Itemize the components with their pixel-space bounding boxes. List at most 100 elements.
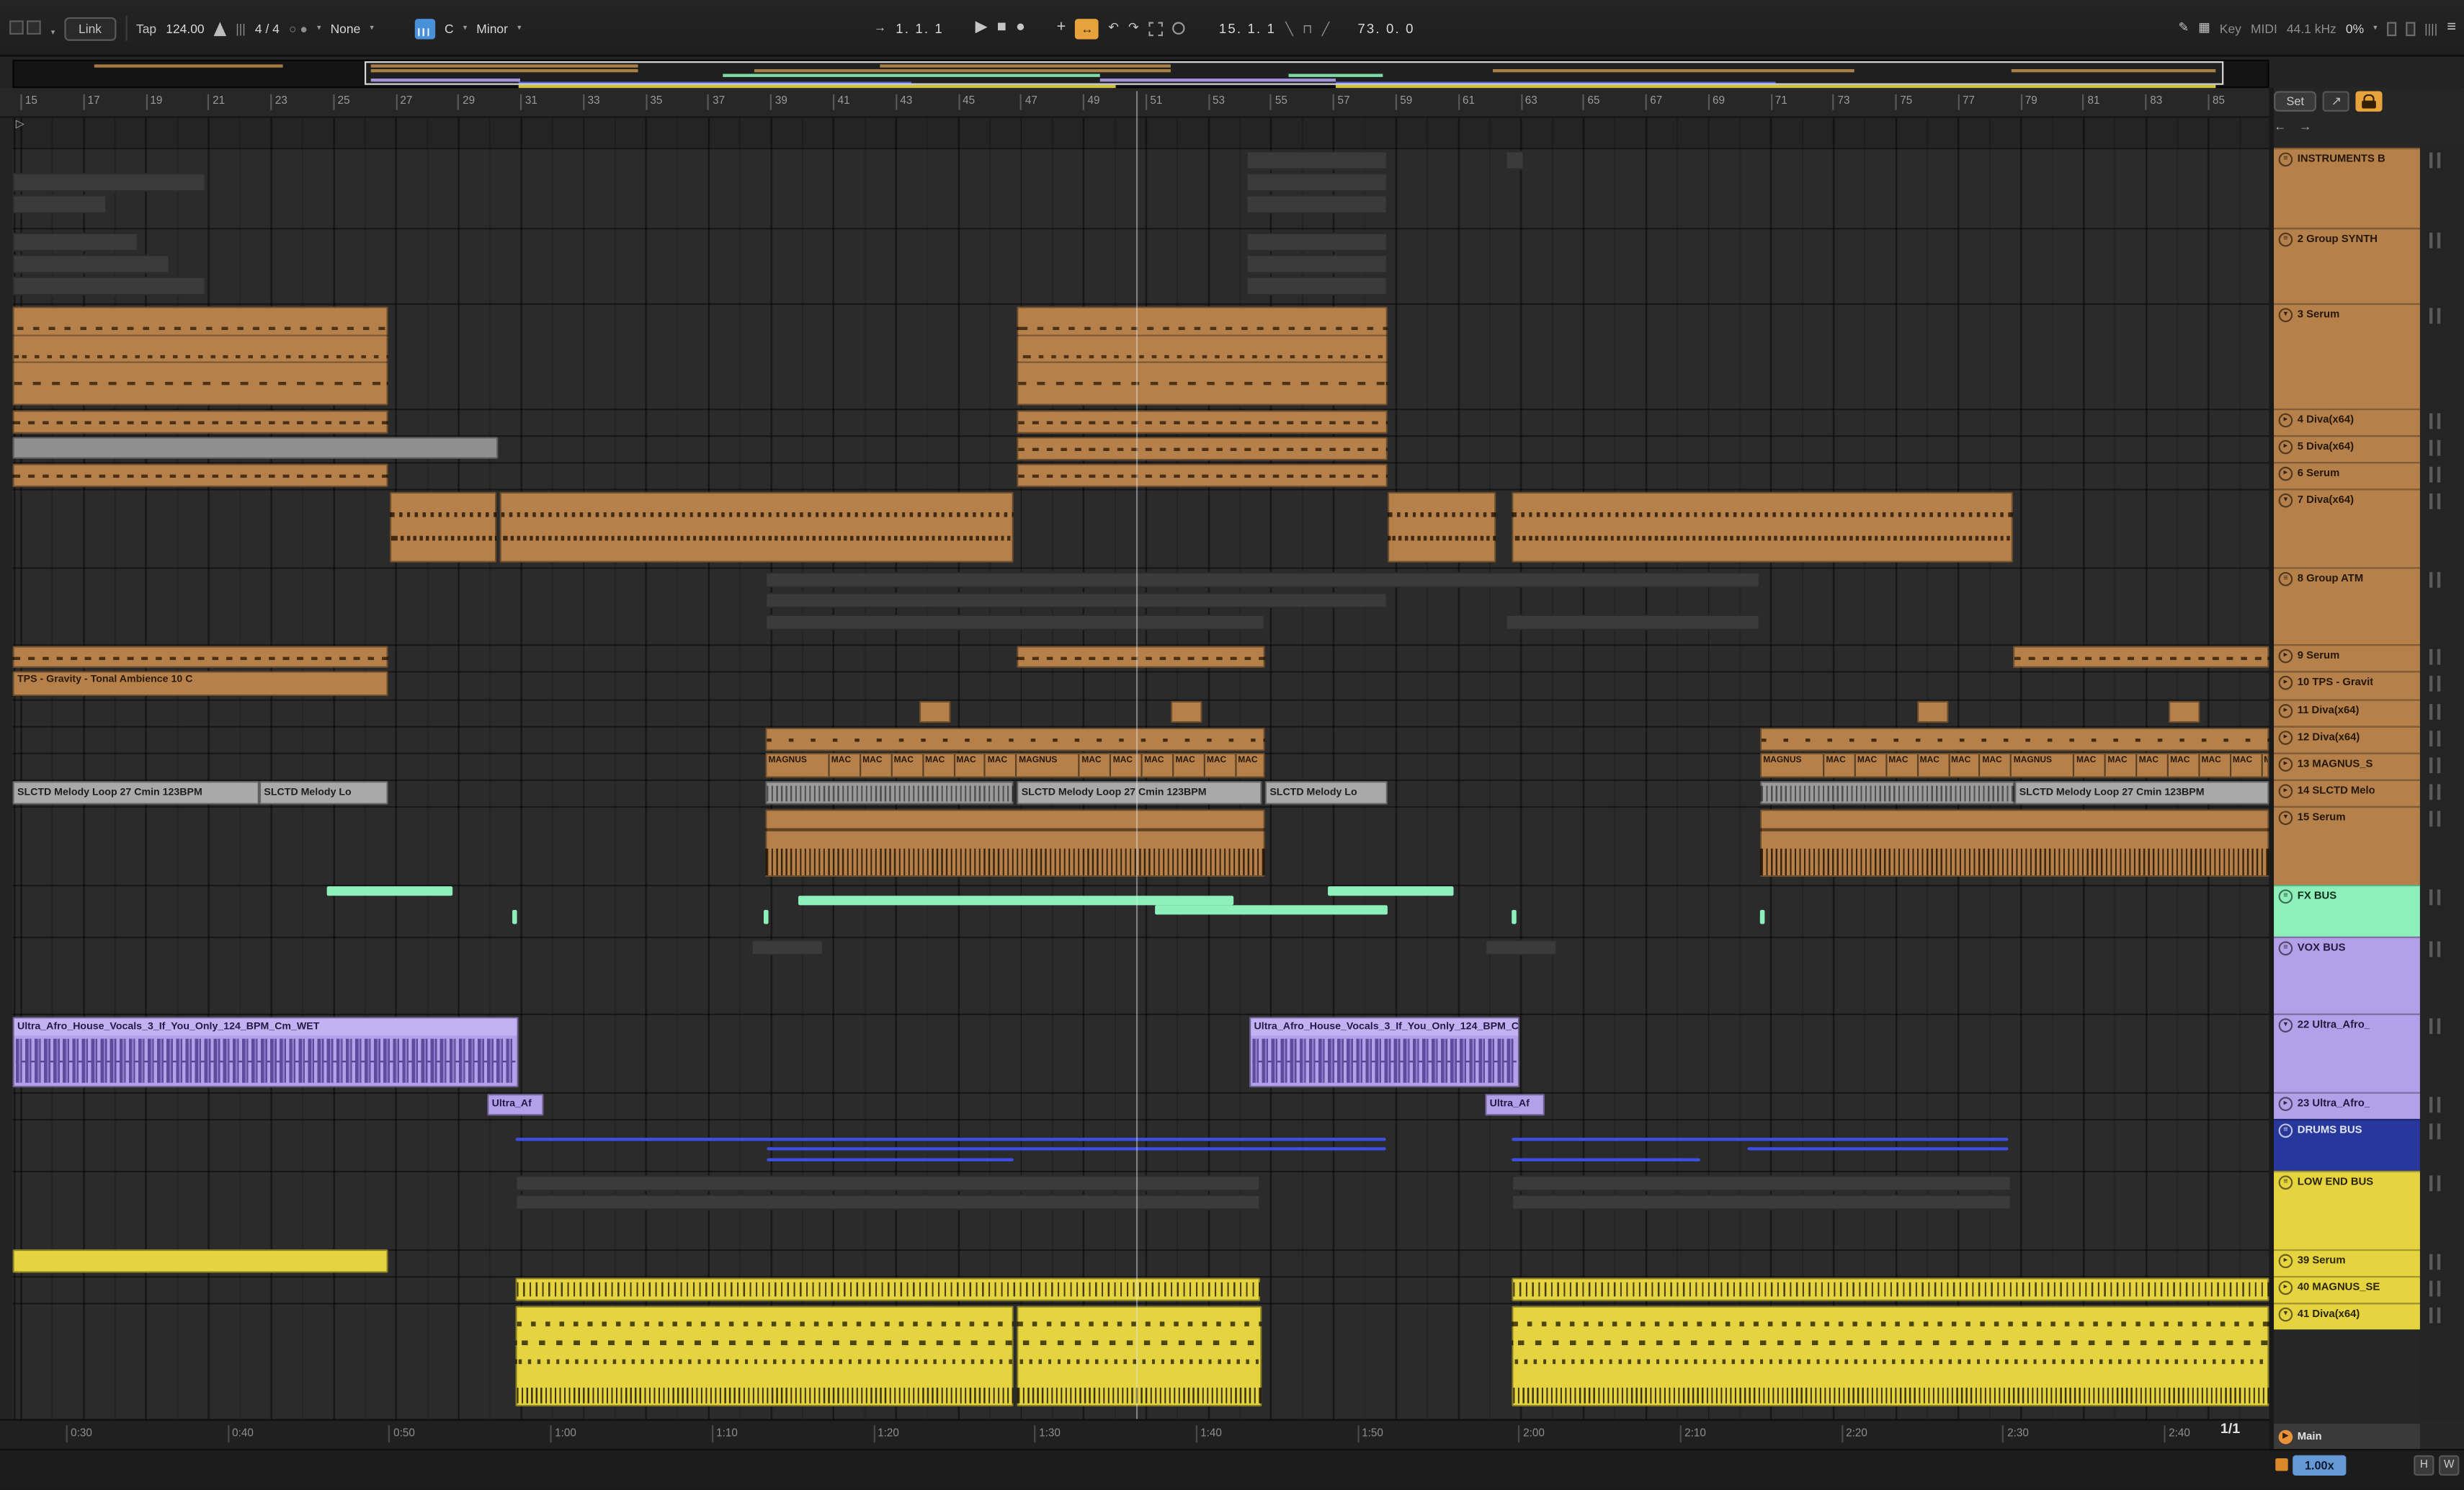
play-circle-icon[interactable]: ▸ [2278,648,2293,664]
clip[interactable] [515,1306,1014,1407]
lock-icon[interactable] [2356,91,2383,112]
set-button[interactable]: Set [2274,91,2317,112]
clip[interactable] [1170,700,1202,723]
clip[interactable] [767,1147,1386,1151]
link-button[interactable]: Link [64,16,116,40]
track-header[interactable]: ≡ LOW END BUS [2274,1170,2420,1249]
clip[interactable]: SLCTD Melody Lo [259,781,388,805]
track-header[interactable]: ▸ 13 MAGNUS_S [2274,752,2420,780]
loop-length-field[interactable]: 73. 0. 0 [1357,20,1414,36]
groove-select[interactable]: None [331,21,361,35]
clip[interactable] [764,909,769,924]
record-button[interactable]: ● [1016,19,1025,36]
clip[interactable] [765,781,1014,805]
clip[interactable] [1512,1306,2269,1407]
group-icon[interactable]: ≡ [2278,1175,2293,1190]
play-circle-icon[interactable]: ▸ [2278,675,2293,690]
overview-view-rect[interactable] [365,61,2224,85]
play-circle-icon[interactable]: ▸ [2278,1097,2293,1112]
follow-arrow-icon[interactable]: → [874,20,886,36]
unfold-icon[interactable]: ▾ [2278,308,2293,323]
clip[interactable] [389,491,497,563]
play-circle-icon[interactable]: ▸ [2278,1280,2293,1295]
play-circle-icon[interactable]: ▸ [2278,1254,2293,1269]
group-icon[interactable]: ≡ [2278,571,2293,586]
midi-map-button[interactable]: MIDI [2251,21,2277,35]
expand-icon[interactable]: ↗ [2323,91,2350,112]
group-icon[interactable]: ≡ [2278,941,2293,956]
clip[interactable] [1512,1194,2012,1210]
track-header[interactable]: ▸ 23 Ultra_Afro_ [2274,1092,2420,1119]
clip[interactable] [2012,646,2269,668]
plus-button[interactable]: + [1057,19,1066,36]
play-circle-icon[interactable]: ▸ [2278,784,2293,798]
clip[interactable] [1246,195,1388,214]
clip[interactable] [1387,491,1496,563]
grid-snap-icon[interactable] [2275,1458,2288,1471]
scroll-left-button[interactable]: ← [2274,120,2286,134]
clip[interactable] [1759,727,2269,751]
chevron-down-icon[interactable]: ▾ [2373,24,2377,33]
clip[interactable] [12,410,388,434]
scroll-right-button[interactable]: → [2299,120,2311,134]
gate-icon[interactable]: ⊓ [1303,21,1313,35]
clip[interactable]: Ultra_Af [1485,1094,1545,1116]
clip[interactable] [1512,1175,2012,1192]
track-header[interactable]: ≡ DRUMS BUS [2274,1118,2420,1171]
clip[interactable] [12,276,206,296]
dashed-box-icon[interactable] [1148,21,1163,36]
clip[interactable] [765,592,1388,609]
group-icon[interactable]: ≡ [2278,152,2293,167]
clip[interactable]: SLCTD Melody Loop 27 Cmin 123BPM [2014,781,2269,805]
back-arrow-icon[interactable]: ↶ [1108,20,1119,36]
clip[interactable] [12,437,499,459]
clip[interactable] [1916,700,1949,723]
track-header[interactable]: ▸ 4 Diva(x64) [2274,409,2420,436]
clip[interactable] [1512,1277,2269,1301]
clip[interactable] [1246,254,1388,274]
arrangement-position-field[interactable]: 1. 1. 1 [896,20,944,36]
clip[interactable] [798,896,1234,906]
hamburger-menu-icon[interactable]: ≡ [2447,19,2456,36]
automation-arm-button[interactable]: ↔ [1075,18,1099,39]
clip[interactable] [765,809,1265,878]
clip[interactable] [1246,232,1388,251]
unfold-icon[interactable]: ▾ [2278,1307,2293,1322]
cpu-meter[interactable]: 0% [2346,21,2364,35]
unfold-icon[interactable]: ▾ [2278,811,2293,826]
clip[interactable] [12,195,107,214]
clip[interactable]: Ultra_Afro_House_Vocals_3_If_You_Only_12… [12,1017,519,1088]
clip[interactable] [499,491,1014,563]
clip[interactable] [1017,646,1265,668]
zoom-width-button[interactable]: W [2439,1455,2460,1476]
clip[interactable] [1505,614,1760,630]
clip[interactable] [765,571,1760,588]
unfold-icon[interactable]: ▾ [2278,493,2293,508]
clip[interactable] [765,614,1265,630]
key-map-button[interactable]: Key [2220,21,2241,35]
clip[interactable] [12,172,206,192]
clip[interactable]: SLCTD Melody Lo [1264,781,1388,805]
clip[interactable] [1246,151,1388,170]
clip[interactable]: Ultra_Afro_House_Vocals_3_If_You_Only_12… [1249,1017,1520,1088]
window-mode-icons[interactable]: ▾ [9,14,55,43]
chevron-down-icon[interactable]: ▾ [463,24,467,33]
track-header[interactable]: ▾ 7 Diva(x64) [2274,489,2420,568]
clip[interactable] [515,1138,1386,1141]
clip[interactable] [1246,276,1388,296]
clip[interactable] [2168,700,2200,723]
clip[interactable] [12,646,388,668]
zoom-height-button[interactable]: H [2414,1455,2434,1476]
clip[interactable] [1512,491,2013,563]
chevron-down-icon[interactable]: ▾ [517,24,521,33]
scale-keyboard-icon[interactable] [414,18,435,39]
clip[interactable] [767,1158,1014,1161]
stop-button[interactable]: ■ [997,19,1006,36]
clip[interactable] [515,1175,1261,1192]
unfold-icon[interactable]: ▾ [2278,1018,2293,1032]
tap-tempo-button[interactable]: Tap [136,21,156,35]
clip[interactable] [512,909,517,924]
clip[interactable] [1512,909,1517,924]
track-header[interactable]: ≡ INSTRUMENTS B [2274,148,2420,228]
clip[interactable] [12,254,170,274]
